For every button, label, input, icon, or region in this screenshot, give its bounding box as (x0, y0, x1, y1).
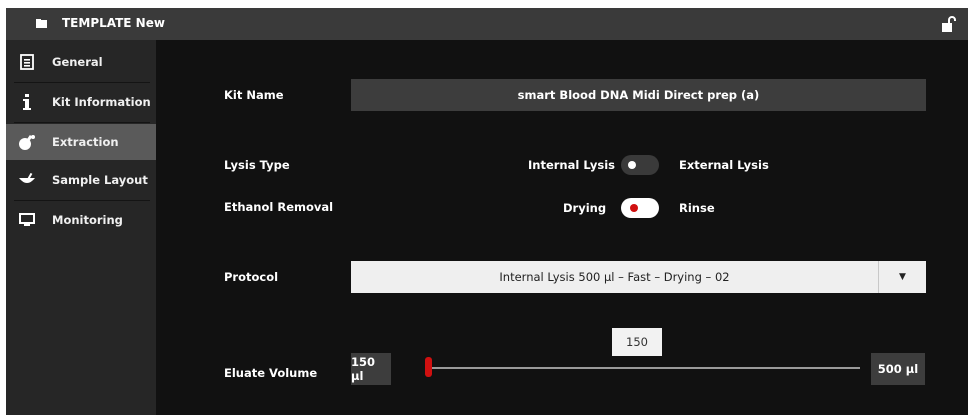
chevron-down-icon[interactable]: ▼ (879, 261, 926, 293)
app-window: TEMPLATE New General Kit Information Ext… (6, 8, 968, 415)
sidebar-item-label: Extraction (52, 135, 119, 149)
sidebar-divider (14, 122, 150, 123)
toggle-knob (628, 161, 636, 169)
sidebar: General Kit Information Extraction Sampl… (6, 40, 156, 415)
lysis-type-label: Lysis Type (224, 158, 290, 172)
folder-icon (36, 19, 47, 28)
sidebar-item-kit-information[interactable]: Kit Information (6, 84, 156, 120)
sidebar-item-general[interactable]: General (6, 44, 156, 80)
sidebar-item-monitoring[interactable]: Monitoring (6, 202, 156, 238)
eluate-min-label: 150 µl (351, 353, 391, 385)
sidebar-item-extraction[interactable]: Extraction (6, 124, 156, 160)
monitor-icon (18, 211, 36, 229)
sidebar-item-label: Monitoring (52, 213, 123, 227)
ethanol-removal-label: Ethanol Removal (224, 200, 334, 214)
protocol-label: Protocol (224, 270, 279, 284)
eluate-max-label: 500 µl (871, 353, 925, 385)
sidebar-item-label: Sample Layout (52, 173, 148, 187)
eluate-volume-value: 150 (612, 328, 662, 356)
tray-icon (18, 171, 36, 189)
protocol-value: Internal Lysis 500 µl – Fast – Drying – … (499, 270, 730, 284)
extraction-icon (18, 133, 36, 151)
sidebar-item-label: General (52, 55, 103, 69)
unlock-icon[interactable] (942, 16, 956, 32)
eluate-volume-slider-track[interactable] (428, 367, 860, 369)
kit-name-field[interactable]: smart Blood DNA Midi Direct prep (a) (351, 79, 926, 111)
kit-name-label: Kit Name (224, 88, 284, 102)
lysis-type-toggle[interactable] (621, 155, 659, 175)
external-lysis-option[interactable]: External Lysis (679, 158, 769, 172)
drying-option[interactable]: Drying (563, 201, 606, 215)
eluate-volume-slider-handle[interactable] (425, 357, 432, 377)
title-bar: TEMPLATE New (6, 8, 968, 40)
window-title: TEMPLATE New (62, 16, 165, 30)
info-icon (18, 93, 36, 111)
sidebar-item-label: Kit Information (52, 95, 151, 109)
sidebar-divider (14, 200, 150, 201)
internal-lysis-option[interactable]: Internal Lysis (528, 158, 615, 172)
toggle-knob (630, 204, 638, 212)
document-icon (18, 53, 36, 71)
extraction-panel: Kit Name smart Blood DNA Midi Direct pre… (156, 40, 968, 415)
sidebar-divider (14, 82, 150, 83)
ethanol-removal-toggle[interactable] (621, 198, 659, 218)
rinse-option[interactable]: Rinse (679, 201, 715, 215)
protocol-dropdown[interactable]: Internal Lysis 500 µl – Fast – Drying – … (351, 261, 926, 293)
eluate-volume-label: Eluate Volume (224, 366, 318, 380)
sidebar-item-sample-layout[interactable]: Sample Layout (6, 162, 156, 198)
